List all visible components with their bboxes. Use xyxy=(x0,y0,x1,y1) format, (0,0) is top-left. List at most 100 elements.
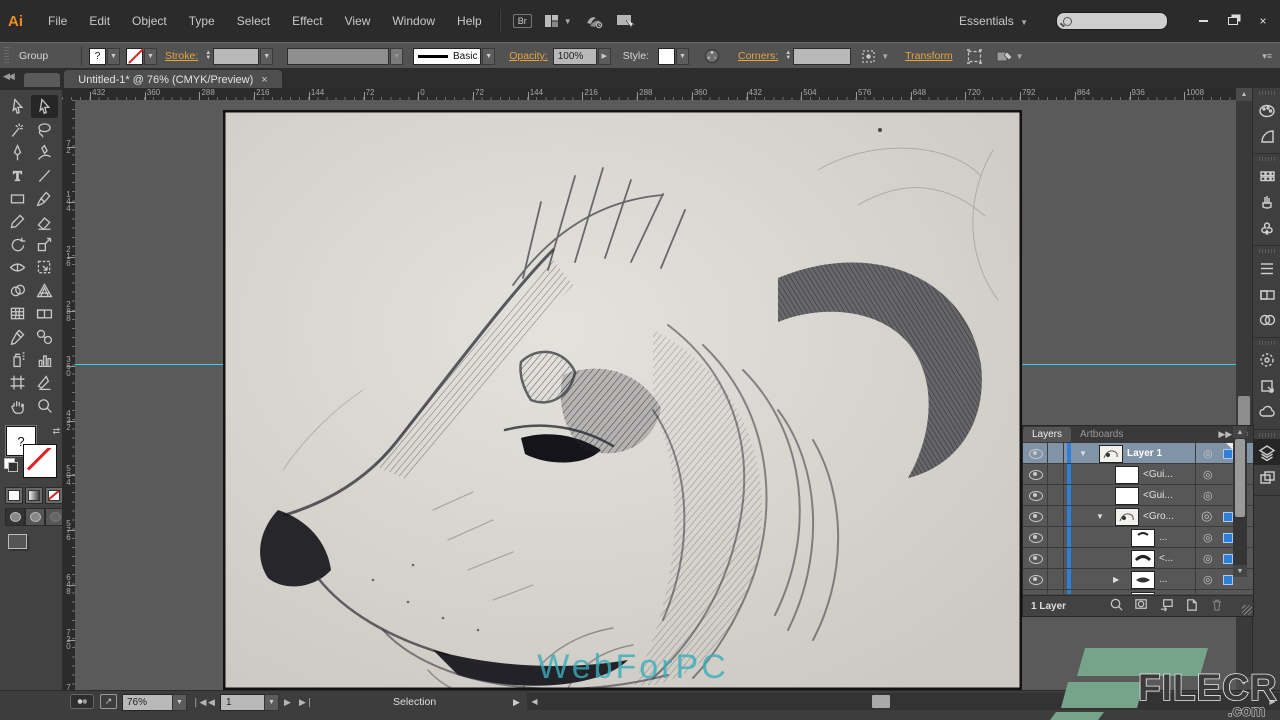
draw-normal-button[interactable] xyxy=(5,508,25,526)
fill-stroke-control[interactable]: ? ⇄ xyxy=(4,425,60,484)
transparency-panel-icon[interactable] xyxy=(1253,307,1280,333)
last-artboard-icon[interactable]: ▶❘ xyxy=(299,694,313,710)
appearance-panel-icon[interactable] xyxy=(1253,347,1280,373)
recolor-artwork-icon[interactable] xyxy=(704,48,720,64)
layer-row-1[interactable]: ▼ Layer 1 ◎ xyxy=(1023,443,1253,464)
layers-scrollbar[interactable]: ▲ ▼ xyxy=(1233,426,1247,577)
dock-grip[interactable] xyxy=(1259,249,1275,253)
artboard-tool[interactable] xyxy=(4,371,31,394)
shape-builder-tool[interactable] xyxy=(4,279,31,302)
width-tool[interactable] xyxy=(4,256,31,279)
dock-grip[interactable] xyxy=(1259,433,1275,437)
corners-field[interactable] xyxy=(793,47,852,65)
line-segment-tool[interactable] xyxy=(31,164,58,187)
target-circle-icon[interactable]: ◎ xyxy=(1203,552,1213,565)
menu-help[interactable]: Help xyxy=(446,10,493,32)
previous-artboard-icon[interactable]: ◀ xyxy=(208,694,215,710)
dock-grip[interactable] xyxy=(1259,157,1275,161)
visibility-eye-icon[interactable] xyxy=(1029,554,1043,564)
direct-selection-tool[interactable] xyxy=(31,95,58,118)
layer-row-3[interactable]: <Gui... ◎ xyxy=(1023,485,1253,506)
gradient-panel-icon[interactable] xyxy=(1253,281,1280,307)
expand-down-icon[interactable]: ▼ xyxy=(1096,512,1104,521)
select-similar-icon[interactable]: ▼ xyxy=(861,49,889,64)
target-circle-icon[interactable]: ◎ xyxy=(1203,447,1213,460)
panel-resize-grip[interactable] xyxy=(1242,605,1252,615)
menu-window[interactable]: Window xyxy=(381,10,446,32)
symbols-panel-icon[interactable]: ♣ xyxy=(1253,215,1280,241)
isolate-object-icon[interactable]: ▼ xyxy=(995,49,1024,64)
layer-row-4[interactable]: ▼ <Gro... ◎ xyxy=(1023,506,1253,527)
mesh-tool[interactable] xyxy=(4,302,31,325)
draw-behind-button[interactable] xyxy=(25,508,45,526)
zoom-level-field[interactable]: 76% xyxy=(122,694,176,711)
visibility-eye-icon[interactable] xyxy=(1029,449,1043,459)
layer-row-6[interactable]: <... ◎ xyxy=(1023,548,1253,569)
scroll-down-icon[interactable]: ▼ xyxy=(1233,565,1247,577)
layer-label[interactable]: ... xyxy=(1159,532,1167,543)
first-artboard-icon[interactable]: ❘◀ xyxy=(192,694,206,710)
dock-grip[interactable] xyxy=(1259,91,1275,95)
stroke-panel-icon[interactable] xyxy=(1253,255,1280,281)
corners-stepper[interactable]: ▲ ▼ xyxy=(785,50,791,61)
vertical-ruler[interactable]: 7 2 1 4 4 2 1 6 2 8 8 3 6 0 4 3 2 5 0 4 5 7 6 6 … xyxy=(62,100,75,690)
scale-tool[interactable] xyxy=(31,233,58,256)
menu-object[interactable]: Object xyxy=(121,10,178,32)
tab-close-icon[interactable]: × xyxy=(261,74,267,86)
dock-grip[interactable] xyxy=(1259,341,1275,345)
default-fill-stroke-icon[interactable] xyxy=(4,458,18,472)
layer-label[interactable]: <Gui... xyxy=(1143,490,1173,501)
layers-scroll-thumb[interactable] xyxy=(1235,439,1245,517)
pen-tool[interactable] xyxy=(4,141,31,164)
curvature-tool[interactable] xyxy=(31,141,58,164)
gradient-tool[interactable] xyxy=(31,302,58,325)
preview-toggle-icon[interactable] xyxy=(70,694,94,709)
visibility-eye-icon[interactable] xyxy=(1029,491,1043,501)
target-circle-icon[interactable]: ◎ xyxy=(1203,489,1213,502)
tab-artboards[interactable]: Artboards xyxy=(1071,427,1132,442)
fill-color-picker[interactable]: ? ▼ xyxy=(89,47,120,65)
eyedropper-tool[interactable] xyxy=(4,325,31,348)
selection-indicator[interactable] xyxy=(1223,554,1233,564)
pencil-tool[interactable] xyxy=(4,210,31,233)
brush-definition-select[interactable]: Basic xyxy=(413,47,482,65)
stroke-weight-stepper[interactable]: ▲ ▼ xyxy=(205,50,211,61)
artboard-dropdown-icon[interactable]: ▼ xyxy=(264,694,279,711)
horizontal-scroll-thumb[interactable] xyxy=(872,695,890,708)
restore-button[interactable] xyxy=(1220,12,1246,30)
target-circle-icon[interactable]: ◎ xyxy=(1203,468,1213,481)
zoom-tool[interactable] xyxy=(31,394,58,417)
gpu-performance-icon[interactable] xyxy=(584,13,604,29)
toolbar-drag-bar[interactable] xyxy=(24,73,60,87)
paintbrush-tool[interactable] xyxy=(31,187,58,210)
stroke-weight-link[interactable]: Stroke: xyxy=(165,50,198,62)
swap-fill-stroke-icon[interactable]: ⇄ xyxy=(52,426,60,437)
new-layer-icon[interactable] xyxy=(1184,597,1199,615)
menu-edit[interactable]: Edit xyxy=(78,10,121,32)
placed-image-artwork[interactable]: WebForPC xyxy=(223,110,1022,690)
selection-indicator[interactable] xyxy=(1223,512,1233,522)
layer-label[interactable]: <... xyxy=(1159,553,1173,564)
target-circle-icon[interactable]: ◎ xyxy=(1201,508,1212,524)
bridge-icon[interactable]: Br xyxy=(512,14,532,28)
search-input[interactable] xyxy=(1056,12,1168,30)
target-circle-icon[interactable]: ◎ xyxy=(1203,531,1213,544)
selection-indicator[interactable] xyxy=(1223,533,1233,543)
visibility-eye-icon[interactable] xyxy=(1029,575,1043,585)
blend-tool[interactable] xyxy=(31,325,58,348)
selection-tool[interactable] xyxy=(4,95,31,118)
color-panel-icon[interactable] xyxy=(1253,97,1280,123)
color-button[interactable] xyxy=(5,487,23,504)
swatches-panel-icon[interactable] xyxy=(1253,163,1280,189)
opacity-link[interactable]: Opacity: xyxy=(509,50,548,62)
symbol-sprayer-tool[interactable] xyxy=(4,348,31,371)
layer-label[interactable]: ... xyxy=(1159,574,1167,585)
layer-label[interactable]: <Gui... xyxy=(1143,469,1173,480)
scroll-right-icon[interactable]: ▶ xyxy=(1265,693,1280,710)
scroll-left-icon[interactable]: ◀ xyxy=(527,693,542,710)
scroll-down-icon[interactable]: ▼ xyxy=(1236,677,1252,690)
type-tool[interactable]: T xyxy=(4,164,31,187)
artboard-number-field[interactable]: 1 xyxy=(220,694,268,711)
rectangle-tool[interactable] xyxy=(4,187,31,210)
none-button[interactable] xyxy=(45,487,63,504)
